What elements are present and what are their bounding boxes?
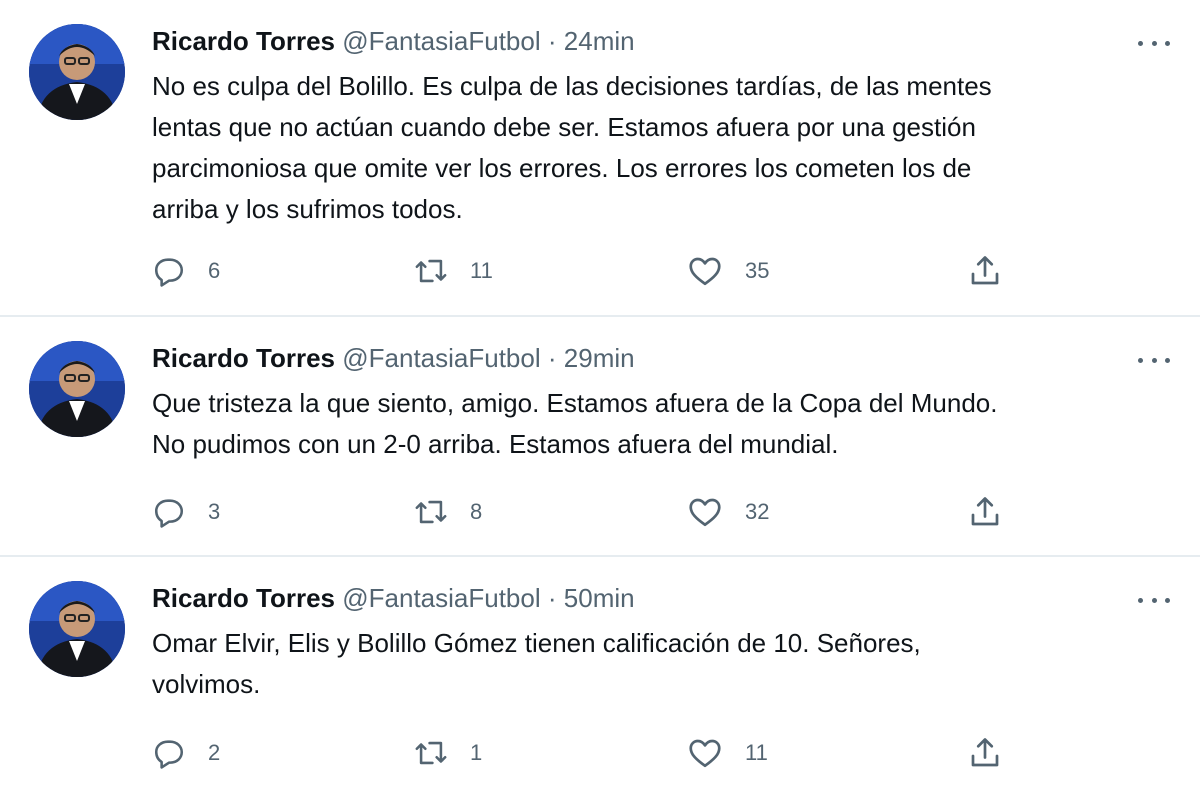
tweet-header: Ricardo Torres @FantasiaFutbol · 24min (152, 25, 635, 57)
tweet-text-line: Que tristeza la que siento, amigo. Estam… (152, 388, 998, 418)
author-name[interactable]: Ricardo Torres (152, 583, 335, 613)
tweet-text-line: Omar Elvir, Elis y Bolillo Gómez tienen … (152, 628, 921, 658)
reply-count: 2 (208, 740, 221, 765)
like-button[interactable]: 11 (687, 733, 768, 773)
retweet-count: 8 (470, 499, 483, 524)
share-icon (971, 497, 999, 526)
tweet[interactable]: Ricardo Torres @FantasiaFutbol · 29min Q… (0, 317, 1200, 557)
timestamp[interactable]: 24min (564, 26, 635, 56)
reply-button[interactable]: 2 (152, 733, 220, 773)
avatar[interactable] (29, 341, 125, 437)
tweet-actions: 2 1 11 (0, 733, 1200, 773)
retweet-count: 1 (470, 740, 483, 765)
more-options-icon[interactable] (1138, 355, 1170, 365)
tweet[interactable]: Ricardo Torres @FantasiaFutbol · 24min N… (0, 0, 1200, 317)
reply-icon (154, 258, 184, 287)
retweet-button[interactable]: 1 (414, 733, 482, 773)
separator: · (547, 343, 557, 373)
heart-icon (689, 498, 721, 527)
tweet-text-line: parcimoniosa que omite ver los errores. … (152, 153, 972, 183)
reply-button[interactable]: 3 (152, 492, 220, 532)
avatar[interactable] (29, 581, 125, 677)
separator: · (547, 583, 557, 613)
reply-button[interactable]: 6 (152, 251, 220, 291)
retweet-icon (415, 500, 447, 524)
tweet[interactable]: Ricardo Torres @FantasiaFutbol · 50min O… (0, 557, 1200, 796)
author-handle[interactable]: @FantasiaFutbol (342, 343, 540, 373)
share-button[interactable] (967, 492, 1003, 532)
like-button[interactable]: 32 (687, 492, 769, 532)
share-button[interactable] (967, 733, 1003, 773)
reply-count: 6 (208, 258, 221, 283)
more-options-icon[interactable] (1138, 38, 1170, 48)
heart-icon (689, 739, 721, 768)
share-icon (971, 256, 999, 285)
timestamp[interactable]: 29min (564, 343, 635, 373)
like-button[interactable]: 35 (687, 251, 769, 291)
retweet-icon (415, 741, 447, 765)
retweet-icon (415, 259, 447, 283)
retweet-button[interactable]: 8 (414, 492, 482, 532)
share-button[interactable] (967, 251, 1003, 291)
tweet-text: Que tristeza la que siento, amigo. Estam… (152, 383, 1152, 465)
retweet-button[interactable]: 11 (414, 251, 493, 291)
like-count: 32 (745, 499, 770, 524)
tweet-actions: 3 8 32 (0, 492, 1200, 532)
like-count: 11 (745, 740, 768, 765)
tweet-text-line: arriba y los sufrimos todos. (152, 194, 463, 224)
tweet-text-line: No es culpa del Bolillo. Es culpa de las… (152, 71, 992, 101)
tweet-text: No es culpa del Bolillo. Es culpa de las… (152, 66, 1152, 230)
timestamp[interactable]: 50min (564, 583, 635, 613)
avatar[interactable] (29, 24, 125, 120)
reply-count: 3 (208, 499, 221, 524)
heart-icon (689, 257, 721, 286)
tweet-text: Omar Elvir, Elis y Bolillo Gómez tienen … (152, 623, 1152, 705)
share-icon (971, 738, 999, 767)
retweet-count: 11 (470, 258, 493, 283)
author-handle[interactable]: @FantasiaFutbol (342, 583, 540, 613)
tweet-feed: Ricardo Torres @FantasiaFutbol · 24min N… (0, 0, 1200, 796)
tweet-text-line: lentas que no actúan cuando debe ser. Es… (152, 112, 976, 142)
author-name[interactable]: Ricardo Torres (152, 26, 335, 56)
tweet-actions: 6 11 35 (0, 251, 1200, 291)
author-handle[interactable]: @FantasiaFutbol (342, 26, 540, 56)
avatar-image (29, 341, 125, 437)
separator: · (547, 26, 557, 56)
author-name[interactable]: Ricardo Torres (152, 343, 335, 373)
more-options-icon[interactable] (1138, 595, 1170, 605)
tweet-header: Ricardo Torres @FantasiaFutbol · 50min (152, 582, 635, 614)
reply-icon (154, 740, 184, 769)
avatar-image (29, 24, 125, 120)
tweet-text-line: No pudimos con un 2-0 arriba. Estamos af… (152, 429, 839, 459)
avatar-image (29, 581, 125, 677)
tweet-text-line: volvimos. (152, 669, 261, 699)
like-count: 35 (745, 258, 770, 283)
tweet-header: Ricardo Torres @FantasiaFutbol · 29min (152, 342, 635, 374)
reply-icon (154, 499, 184, 528)
